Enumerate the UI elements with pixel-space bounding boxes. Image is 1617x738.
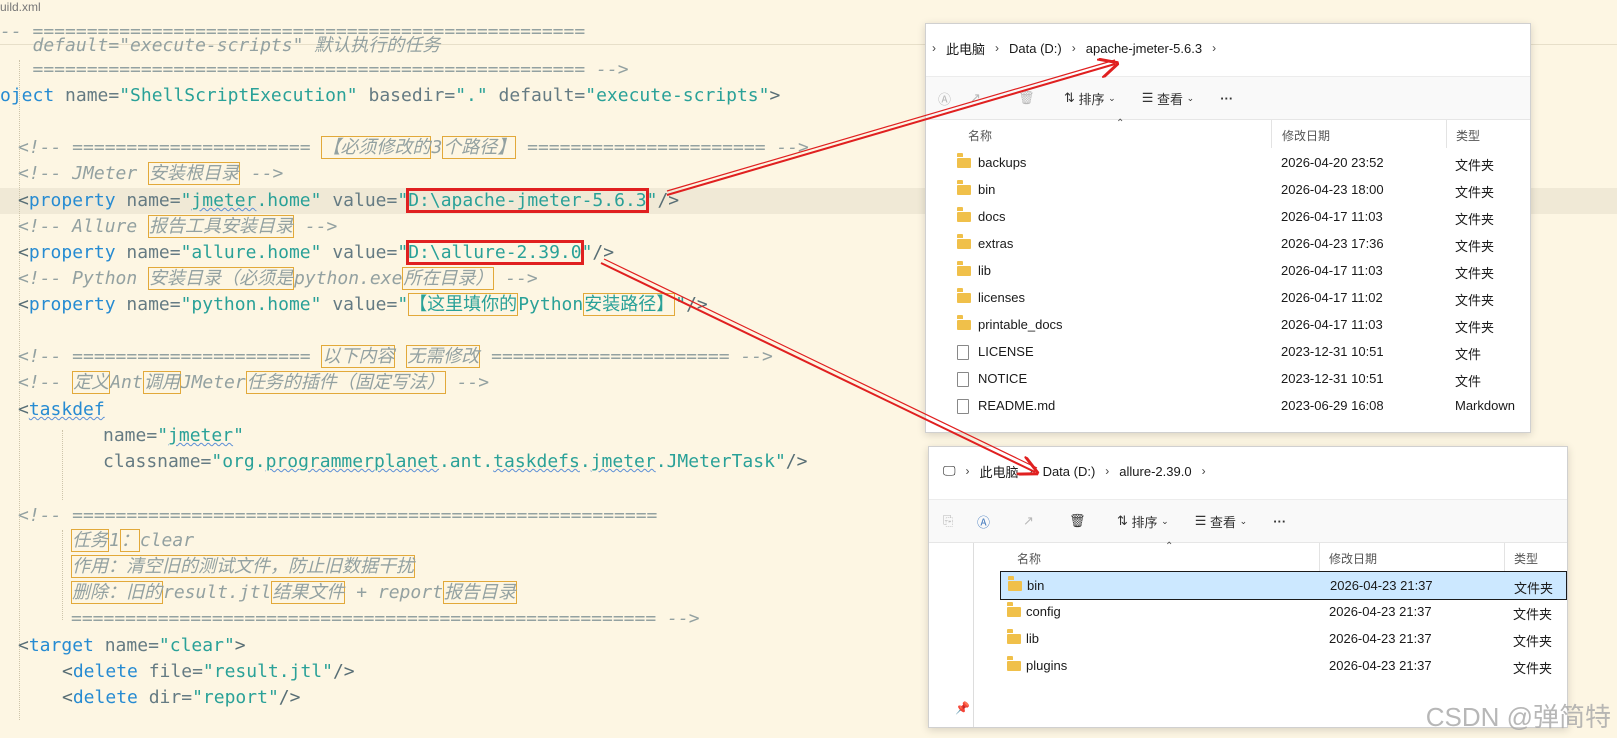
arrow-to-allure (600, 258, 1037, 472)
arrow-to-jmeter (666, 60, 1115, 196)
annotation-arrows (600, 0, 1617, 738)
watermark: CSDN @弹简特 (1425, 702, 1611, 732)
